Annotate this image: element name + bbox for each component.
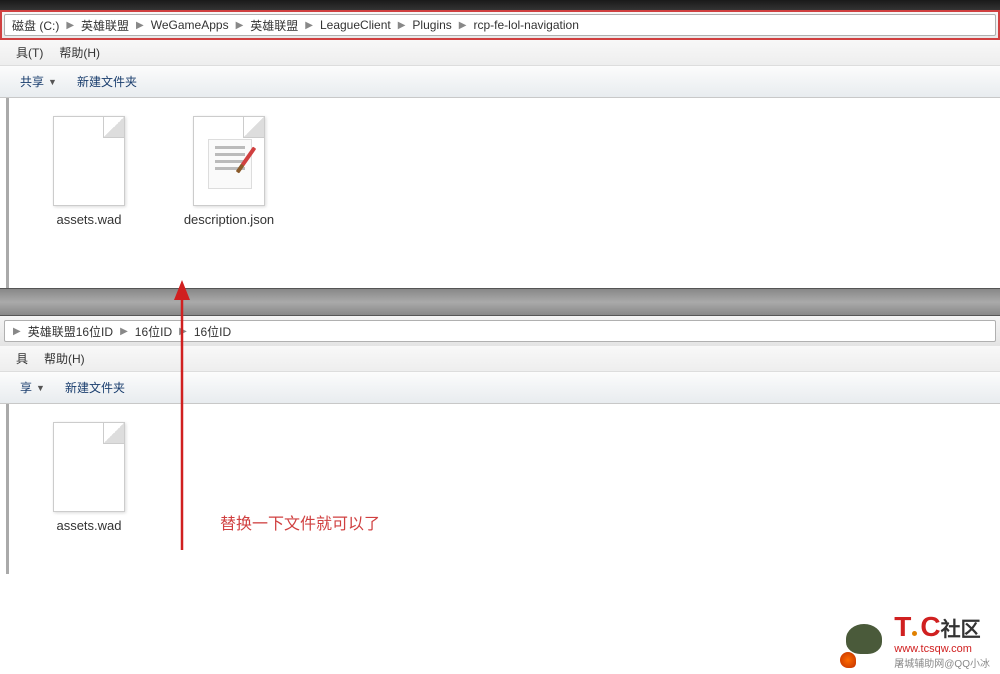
chevron-down-icon: ▼ bbox=[36, 383, 45, 393]
share-button[interactable]: 共享 ▼ bbox=[10, 69, 67, 94]
file-icon bbox=[53, 422, 125, 512]
chevron-right-icon[interactable]: ▶ bbox=[62, 20, 78, 31]
file-item[interactable]: assets.wad bbox=[39, 422, 139, 533]
file-label: assets.wad bbox=[56, 518, 121, 533]
crumb-item[interactable]: 16位ID bbox=[132, 323, 175, 340]
chevron-right-icon[interactable]: ▶ bbox=[175, 326, 191, 337]
window2-toolbar: 享 ▼ 新建文件夹 bbox=[0, 372, 1000, 404]
window1-breadcrumb[interactable]: 磁盘 (C:) ▶ 英雄联盟 ▶ WeGameApps ▶ 英雄联盟 ▶ Lea… bbox=[4, 14, 996, 36]
file-item[interactable]: assets.wad bbox=[39, 116, 139, 227]
file-label: description.json bbox=[184, 212, 274, 227]
file-item[interactable]: description.json bbox=[179, 116, 279, 227]
dot-icon bbox=[912, 631, 917, 636]
chevron-right-icon[interactable]: ▶ bbox=[116, 326, 132, 337]
watermark-url: www.tcsqw.com bbox=[894, 643, 972, 655]
window2-file-area[interactable]: assets.wad bbox=[6, 404, 1000, 574]
watermark-brand: T C 社区 bbox=[894, 611, 980, 643]
file-label: assets.wad bbox=[56, 212, 121, 227]
window1-titlebar bbox=[0, 0, 1000, 10]
share-label: 共享 bbox=[20, 73, 44, 90]
menu-tools[interactable]: 具 bbox=[8, 347, 36, 370]
crumb-item[interactable]: 英雄联盟 bbox=[78, 17, 132, 34]
window1-file-area[interactable]: assets.wad description.json bbox=[6, 98, 1000, 288]
annotation-text: 替换一下文件就可以了 bbox=[220, 510, 380, 534]
crumb-item[interactable]: 英雄联盟 bbox=[247, 17, 301, 34]
chevron-right-icon[interactable]: ▶ bbox=[394, 20, 410, 31]
chevron-right-icon[interactable]: ▶ bbox=[9, 326, 25, 337]
window1-menu-bar: 具(T) 帮助(H) bbox=[0, 40, 1000, 66]
crumb-drive[interactable]: 磁盘 (C:) bbox=[9, 17, 62, 34]
window2-address-bar: ▶ 英雄联盟16位ID ▶ 16位ID ▶ 16位ID bbox=[0, 316, 1000, 346]
watermark: T C 社区 www.tcsqw.com 屠城辅助网@QQ小冰 bbox=[840, 611, 990, 670]
crumb-item[interactable]: LeagueClient bbox=[317, 18, 394, 32]
crumb-item[interactable]: Plugins bbox=[409, 18, 454, 32]
share-label: 享 bbox=[20, 379, 32, 396]
watermark-cn: 社区 bbox=[941, 613, 981, 642]
window-divider bbox=[0, 288, 1000, 316]
new-folder-button[interactable]: 新建文件夹 bbox=[67, 69, 147, 94]
menu-tools[interactable]: 具(T) bbox=[8, 41, 51, 64]
menu-help[interactable]: 帮助(H) bbox=[51, 41, 108, 64]
json-file-icon bbox=[193, 116, 265, 206]
menu-help[interactable]: 帮助(H) bbox=[36, 347, 93, 370]
chevron-right-icon[interactable]: ▶ bbox=[301, 20, 317, 31]
new-folder-button[interactable]: 新建文件夹 bbox=[55, 375, 135, 400]
crumb-item[interactable]: rcp-fe-lol-navigation bbox=[470, 18, 581, 32]
chevron-down-icon: ▼ bbox=[48, 77, 57, 87]
watermark-t: T bbox=[894, 611, 909, 643]
watermark-mascot-icon bbox=[840, 622, 888, 670]
window1-toolbar: 共享 ▼ 新建文件夹 bbox=[0, 66, 1000, 98]
file-icon bbox=[53, 116, 125, 206]
crumb-item[interactable]: 英雄联盟16位ID bbox=[25, 323, 116, 340]
crumb-item[interactable]: 16位ID bbox=[191, 323, 234, 340]
share-button[interactable]: 享 ▼ bbox=[10, 375, 55, 400]
watermark-c: C bbox=[920, 611, 938, 643]
window2-breadcrumb[interactable]: ▶ 英雄联盟16位ID ▶ 16位ID ▶ 16位ID bbox=[4, 320, 996, 342]
window2-menu-bar: 具 帮助(H) bbox=[0, 346, 1000, 372]
watermark-sub: 屠城辅助网@QQ小冰 bbox=[894, 655, 990, 670]
chevron-right-icon[interactable]: ▶ bbox=[232, 20, 248, 31]
crumb-item[interactable]: WeGameApps bbox=[148, 18, 232, 32]
window1-address-bar: 磁盘 (C:) ▶ 英雄联盟 ▶ WeGameApps ▶ 英雄联盟 ▶ Lea… bbox=[0, 10, 1000, 40]
chevron-right-icon[interactable]: ▶ bbox=[132, 20, 148, 31]
chevron-right-icon[interactable]: ▶ bbox=[455, 20, 471, 31]
